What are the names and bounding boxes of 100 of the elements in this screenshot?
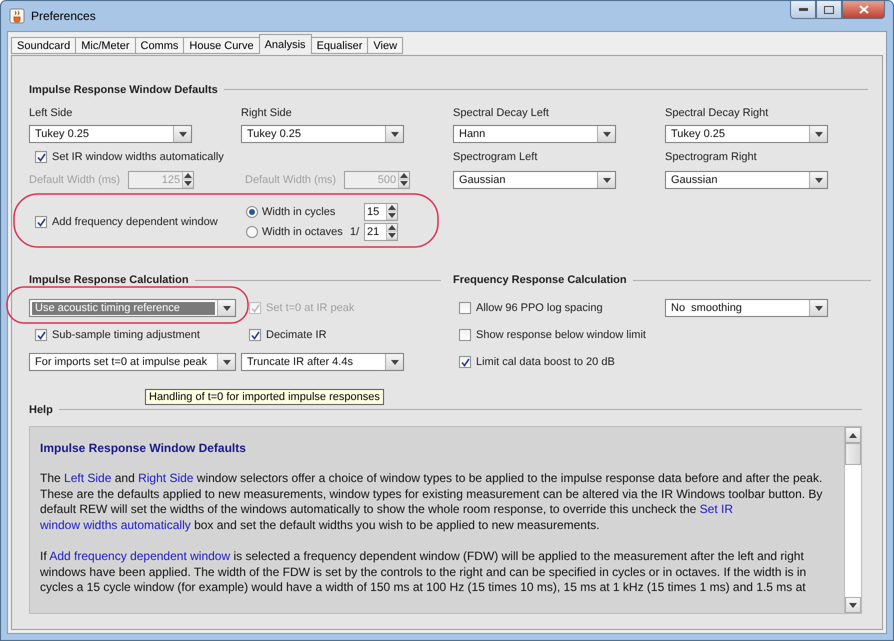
down-arrow-icon [388,213,396,218]
field-label: Spectral Decay Right [665,107,770,119]
up-arrow-icon [849,432,857,438]
section-title: Impulse Response Calculation [29,274,189,286]
maximize-icon [824,6,834,14]
down-arrow-icon [390,360,398,364]
window-title: Preferences [31,9,96,23]
checkbox[interactable] [459,302,471,314]
tooltip: Handling of t=0 for imported impulse responses [145,389,384,405]
spin-down-button[interactable] [183,180,194,188]
checkbox[interactable] [35,329,47,341]
radio-button[interactable] [246,226,258,238]
checkbox[interactable] [459,329,471,341]
checkbox-label: Add frequency dependent window [52,216,218,228]
cup-icon [9,8,25,24]
dropdown-button[interactable] [385,354,403,370]
checkbox[interactable] [35,151,47,163]
spin-up-button[interactable] [183,172,194,180]
minimize-icon [798,8,808,11]
radio-button[interactable] [246,206,258,218]
help-link[interactable]: window widths automatically [40,518,191,532]
checkbox[interactable] [35,216,47,228]
dropdown[interactable]: Truncate IR after 4.4s [241,353,404,371]
down-arrow-icon [814,178,822,182]
field-label: Left Side [29,107,74,119]
down-arrow-icon [602,178,610,182]
help-link[interactable]: Add frequency dependent window [49,549,230,563]
checkbox-label: Allow 96 PPO log spacing [476,302,603,314]
dropdown-button[interactable] [217,300,235,316]
checkbox-label: Sub-sample timing adjustment [52,329,200,341]
checkbox-label: Set t=0 at IR peak [266,302,354,314]
up-arrow-icon [184,173,192,178]
dropdown[interactable]: Gaussian [453,171,616,189]
dropdown[interactable]: For imports set t=0 at impulse peak [29,353,236,371]
dropdown-button[interactable] [809,172,827,188]
down-arrow-icon [814,132,822,136]
dropdown[interactable]: Gaussian [665,171,828,189]
dropdown-button[interactable] [809,300,827,316]
down-arrow-icon [222,306,230,310]
spin-down-button[interactable] [387,232,397,240]
dropdown[interactable]: Hann [453,125,616,143]
scroll-down-button[interactable] [845,597,861,613]
checkbox-label: Decimate IR [266,329,327,341]
section-title: Help [29,404,53,416]
tab[interactable]: Soundcard [11,37,76,54]
radio-label: Width in octaves [262,226,344,238]
tab[interactable]: Mic/Meter [75,37,136,54]
dropdown-button[interactable] [597,172,615,188]
dropdown[interactable]: Use acoustic timing reference [29,299,236,317]
tab[interactable]: Equaliser [310,37,368,54]
spin-down-button[interactable] [387,212,397,220]
close-button[interactable] [842,1,885,19]
dropdown-button[interactable] [173,126,191,142]
tab[interactable]: House Curve [183,37,260,54]
dropdown[interactable]: Tukey 0.25 [665,125,828,143]
dropdown[interactable]: Tukey 0.25 [241,125,404,143]
down-arrow-icon [222,360,230,364]
checkbox[interactable] [249,329,261,341]
radio-label: Width in cycles [262,206,336,218]
number-spinner[interactable]: 15 [364,203,398,221]
up-arrow-icon [400,173,408,178]
down-arrow-icon [814,306,822,310]
dropdown-button[interactable] [217,354,235,370]
checkbox-label: Show response below window limit [476,329,646,341]
field-label: Spectrogram Right [665,151,758,163]
scrollbar-thumb[interactable] [845,443,861,465]
dropdown[interactable]: No smoothing [665,299,828,317]
spin-down-button[interactable] [399,180,410,188]
help-link[interactable]: Right Side [138,471,194,485]
dropdown-button[interactable] [809,126,827,142]
help-link[interactable]: Set IR [700,502,734,516]
dropdown-button[interactable] [597,126,615,142]
section-title: Impulse Response Window Defaults [29,84,218,96]
down-arrow-icon [388,233,396,238]
checkbox-label: Set IR window widths automatically [52,151,224,163]
close-icon [858,5,868,14]
tab[interactable]: View [367,37,404,54]
maximize-button[interactable] [816,1,842,19]
help-link[interactable]: Left Side [64,471,112,485]
up-arrow-icon [388,225,396,230]
dropdown-button[interactable] [385,126,403,142]
scroll-up-button[interactable] [845,427,861,443]
checkbox[interactable] [459,356,471,368]
field-label: Default Width (ms) [29,174,120,186]
help-paragraph: If Add frequency dependent window is selected a frequency dependent window (FDW) will be applied to the measurement after the left and right windows have been applied. The width of the FDW is set by the controls to the right and can be specified in cycles or in octaves. If the width is in cycles a 15 cycle window (for example) would have a width of 150 ms at 100 Hz (15 times 10 ms), 15 ms at 1 kHz (15 times 1 ms) and 1.5 ms at [40,549,808,596]
dropdown[interactable]: Tukey 0.25 [29,125,192,143]
help-heading: Impulse Response Window Defaults [40,441,247,455]
down-arrow-icon [602,132,610,136]
tab[interactable]: Comms [134,37,184,54]
fraction-prefix: 1/ [350,226,360,238]
field-label: Spectral Decay Left [453,107,550,119]
spin-up-button[interactable] [399,172,410,180]
section-title: Frequency Response Calculation [453,274,627,286]
up-arrow-icon [388,205,396,210]
minimize-button[interactable] [790,1,816,19]
down-arrow-icon [178,132,186,136]
scrollbar[interactable] [844,427,861,613]
down-arrow-icon [390,132,398,136]
number-spinner[interactable]: 21 [364,223,398,241]
field-label: Spectrogram Left [453,151,538,163]
